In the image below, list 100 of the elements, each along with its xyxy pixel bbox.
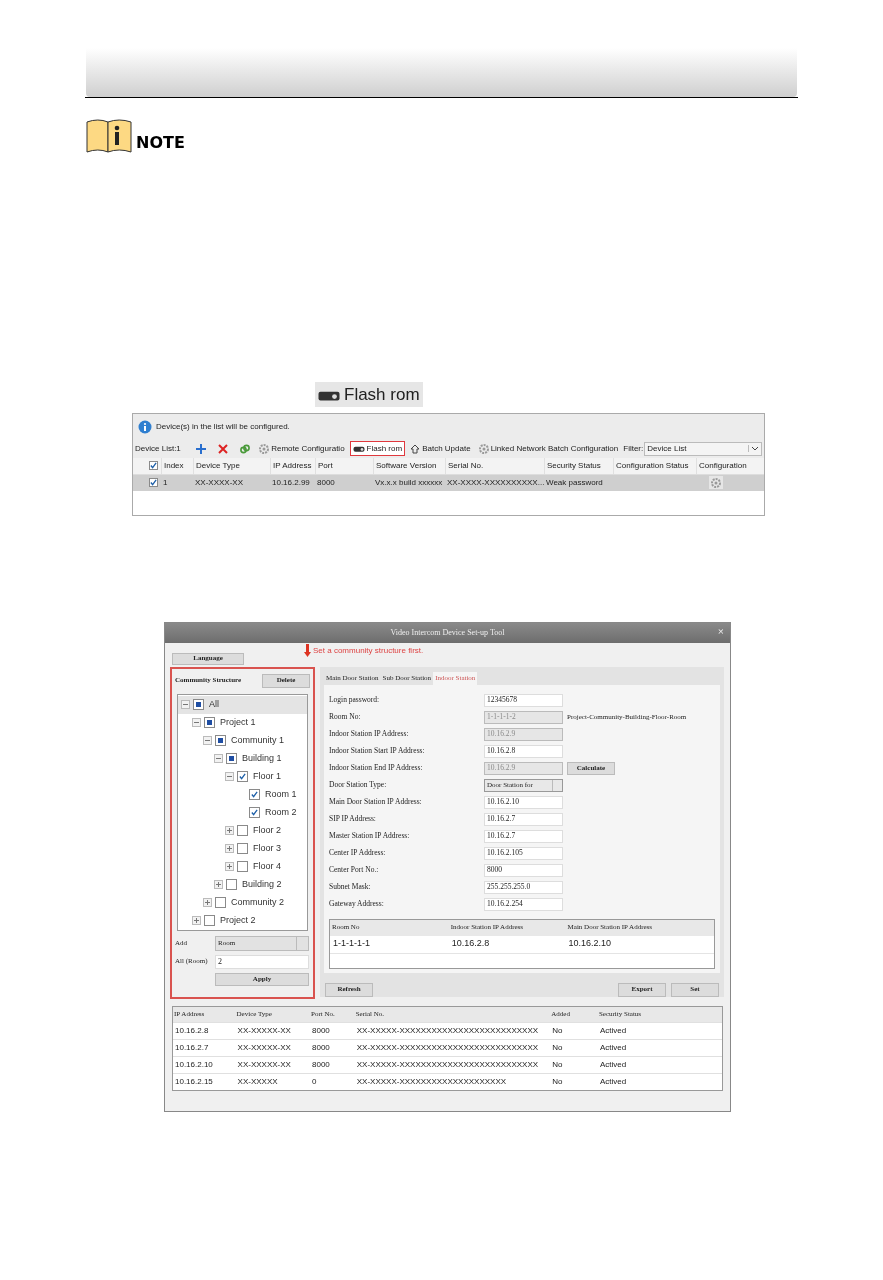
table-cell-text: Vx.x.x build xxxxxx	[374, 476, 444, 489]
tree-item[interactable]: Room 1	[178, 785, 307, 804]
table-cell-text: No	[551, 1058, 564, 1071]
checkbox[interactable]	[249, 789, 260, 800]
tree-label: Building 1	[242, 751, 282, 765]
column-header[interactable]: Index	[161, 457, 193, 474]
tree-label: All	[209, 697, 219, 711]
table-cell-text: No	[551, 1041, 564, 1054]
table-cell-text: XX-XXXXX-XX	[236, 1024, 292, 1037]
toolbar-button[interactable]: Flash rom	[349, 441, 406, 456]
checkbox[interactable]	[193, 699, 204, 710]
tree-label: Floor 2	[253, 823, 281, 837]
table-cell-text: Actived	[598, 1075, 628, 1088]
tree-item[interactable]: Project 2	[178, 911, 307, 930]
toolbar-button[interactable]: Remote Configuratio	[256, 441, 348, 456]
chevron-down-icon	[748, 445, 761, 452]
table-cell-text: Weak password	[545, 476, 604, 489]
table-cell-text: XX-XXXXX-XXXXXXXXXXXXXXXXXXXXXXXXXX	[355, 1024, 540, 1037]
column-header[interactable]: Security Status	[544, 457, 613, 474]
drive-icon	[352, 444, 365, 453]
tree-item[interactable]: Community 2	[178, 893, 307, 912]
collapse-icon[interactable]	[181, 700, 190, 709]
all-room-field[interactable]: 2	[215, 954, 309, 969]
checkbox-checked[interactable]	[149, 461, 158, 470]
close-button[interactable]: ×	[717, 625, 724, 637]
table-cell-text: 1-1-1-1-1	[332, 937, 371, 951]
tree-item[interactable]: All	[178, 695, 307, 714]
note-heading: NOTE	[136, 135, 185, 154]
table-cell-text: XX-XXXX-XXXXXXXXXX...	[446, 476, 544, 489]
expand-icon[interactable]	[192, 916, 201, 925]
checkbox[interactable]	[237, 843, 248, 854]
column-header[interactable]: IP Address	[270, 457, 315, 474]
expand-icon[interactable]	[225, 826, 234, 835]
tree-item[interactable]: Floor 1	[178, 767, 307, 786]
tree-item[interactable]: Floor 4	[178, 857, 307, 876]
collapse-icon[interactable]	[192, 718, 201, 727]
flash-rom-button[interactable]: Flash rom	[315, 382, 423, 407]
tree-item[interactable]: Floor 3	[178, 839, 307, 858]
checkbox[interactable]	[249, 807, 260, 818]
tree-label: Room 1	[265, 787, 297, 801]
collapse-icon[interactable]	[225, 772, 234, 781]
table-cell-text: 8000	[311, 1058, 331, 1071]
table-cell-text: 10.16.2.8	[174, 1024, 210, 1037]
filter-dropdown[interactable]: Device List	[644, 441, 762, 456]
delete-icon[interactable]	[218, 443, 229, 454]
expand-icon[interactable]	[214, 880, 223, 889]
column-header[interactable]: Device Type	[193, 457, 270, 474]
collapse-icon[interactable]	[203, 736, 212, 745]
column-header[interactable]: Configuration	[696, 457, 751, 474]
collapse-icon[interactable]	[214, 754, 223, 763]
link-icon[interactable]	[240, 443, 251, 454]
tree-label: Floor 4	[253, 859, 281, 873]
tree-label: Project 1	[220, 715, 256, 729]
checkbox[interactable]	[237, 861, 248, 872]
tree-item[interactable]: Community 1	[178, 731, 307, 750]
column-header[interactable]: Configuration Status	[613, 457, 696, 474]
table-cell-text: 10.16.2.10	[174, 1058, 214, 1071]
toolbar-button[interactable]: Batch Update	[407, 441, 474, 456]
table-cell-text: 10.16.2.10	[567, 937, 613, 951]
table-cell-text: 8000	[311, 1024, 331, 1037]
tree-item[interactable]: Room 2	[178, 803, 307, 822]
gear-icon	[478, 443, 489, 454]
tree-label: Community 2	[231, 895, 284, 909]
checkbox[interactable]	[204, 915, 215, 926]
table-cell-text: XX-XXXXX	[236, 1075, 279, 1088]
checkbox[interactable]	[215, 735, 226, 746]
tree-item[interactable]: Project 1	[178, 713, 307, 732]
table-cell-text: 8000	[311, 1041, 331, 1054]
table-cell-text: XX-XXXXX-XXXXXXXXXXXXXXXXXXXX	[355, 1075, 508, 1088]
column-header[interactable]: Port	[315, 457, 373, 474]
gear-icon	[259, 443, 270, 454]
tree-item[interactable]: Building 1	[178, 749, 307, 768]
checkbox[interactable]	[215, 897, 226, 908]
tree-label: Floor 3	[253, 841, 281, 855]
expand-icon[interactable]	[225, 862, 234, 871]
table-cell-text: 8000	[316, 476, 336, 489]
table-cell-text: No	[551, 1075, 564, 1088]
column-header[interactable]: Software Version	[373, 457, 445, 474]
column-header[interactable]: Serial No.	[445, 457, 544, 474]
table-cell-text: Actived	[598, 1058, 628, 1071]
expand-icon[interactable]	[225, 844, 234, 853]
table-cell-text: XX-XXXXX-XX	[236, 1041, 292, 1054]
table-cell-text: XX-XXXXX-XX	[236, 1058, 292, 1071]
checkbox[interactable]	[226, 879, 237, 890]
tree-label: Project 2	[220, 913, 256, 927]
configure-button[interactable]	[709, 476, 723, 489]
add-icon[interactable]	[196, 443, 207, 454]
table-cell-text: 10.16.2.15	[174, 1075, 214, 1088]
down-arrow-icon	[304, 643, 311, 657]
tree-item[interactable]: Building 2	[178, 875, 307, 894]
toolbar-button[interactable]: Linked Network Batch Configuration	[475, 441, 622, 456]
checkbox-checked[interactable]	[149, 478, 158, 487]
checkbox[interactable]	[237, 771, 248, 782]
checkbox[interactable]	[237, 825, 248, 836]
checkbox[interactable]	[226, 753, 237, 764]
annotation-text: Set a community structure first.	[313, 644, 424, 657]
tree-item[interactable]: Floor 2	[178, 821, 307, 840]
table-cell-text: XX-XXXX-XX	[194, 476, 244, 489]
checkbox[interactable]	[204, 717, 215, 728]
expand-icon[interactable]	[203, 898, 212, 907]
